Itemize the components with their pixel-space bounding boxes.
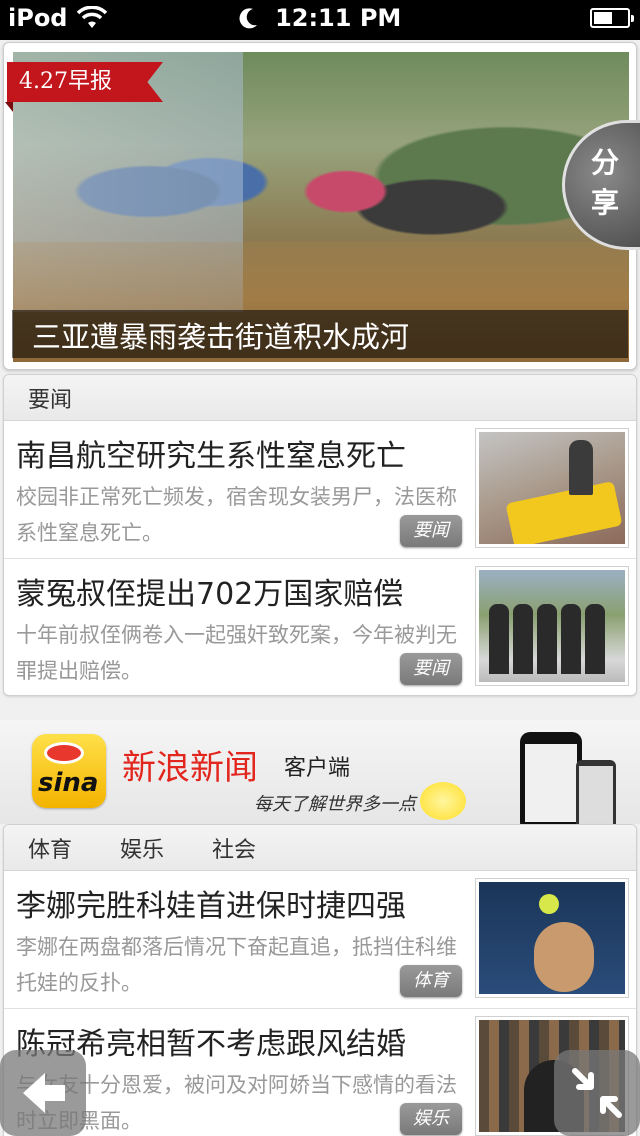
sina-logo-text: sina	[38, 768, 99, 798]
collapse-button[interactable]	[554, 1050, 640, 1136]
status-bar: iPod 12:11 PM	[0, 0, 640, 40]
list-item[interactable]: 南昌航空研究生系性窒息死亡 校园非正常死亡频发，宿舍现女装男尸，法医称系性窒息死…	[4, 421, 636, 559]
section-header: 要闻	[4, 375, 636, 421]
category-tag[interactable]: 娱乐	[400, 1103, 462, 1135]
phone-illustration-2	[576, 760, 616, 824]
phone-illustration	[520, 732, 582, 824]
news-summary: 校园非正常死亡频发，宿舍现女装男尸，法医称系性窒息死亡。	[16, 485, 457, 545]
news-title[interactable]: 陈冠希亮相暂不考虑跟风结婚	[16, 1019, 466, 1063]
tab-headlines[interactable]: 要闻	[4, 382, 96, 414]
news-title[interactable]: 蒙冤叔侄提出702万国家赔偿	[16, 569, 466, 613]
tab-society[interactable]: 社会	[188, 832, 280, 864]
sina-app-banner[interactable]: sina 新浪新闻 客户端 每天了解世界多一点	[0, 720, 640, 824]
category-tag[interactable]: 要闻	[400, 515, 462, 547]
category-tag[interactable]: 要闻	[400, 653, 462, 685]
clock: 12:11 PM	[275, 4, 402, 32]
news-thumbnail[interactable]	[476, 879, 628, 997]
highlight-dot	[420, 782, 466, 820]
status-time: 12:11 PM	[0, 4, 640, 32]
news-summary: 十年前叔侄俩卷入一起强奸致死案，今年被判无罪提出赔偿。	[16, 623, 457, 683]
tab-sports[interactable]: 体育	[4, 832, 96, 864]
date-badge: 4.27早报	[7, 62, 163, 102]
category-tag[interactable]: 体育	[400, 965, 462, 997]
tab-entertainment[interactable]: 娱乐	[96, 832, 188, 864]
news-title[interactable]: 南昌航空研究生系性窒息死亡	[16, 431, 466, 475]
list-item[interactable]: 陈冠希亮相暂不考虑跟风结婚 与女友十分恩爱，被问及对阿娇当下感情的看法时立即黑面…	[4, 1009, 636, 1136]
list-item[interactable]: 李娜完胜科娃首进保时捷四强 李娜在两盘都落后情况下奋起直追，抵挡住科维托娃的反扑…	[4, 871, 636, 1009]
list-item[interactable]: 蒙冤叔侄提出702万国家赔偿 十年前叔侄俩卷入一起强奸致死案，今年被判无罪提出赔…	[4, 559, 636, 695]
news-title[interactable]: 李娜完胜科娃首进保时捷四强	[16, 881, 466, 925]
share-label: 分享	[591, 146, 620, 219]
collapse-arrows-icon	[572, 1068, 622, 1118]
section-header: 体育 娱乐 社会	[4, 825, 636, 871]
banner-slogan: 每天了解世界多一点	[254, 794, 416, 815]
arrow-left-icon	[23, 1073, 65, 1113]
back-button[interactable]	[0, 1050, 86, 1136]
category-section: 体育 娱乐 社会 李娜完胜科娃首进保时捷四强 李娜在两盘都落后情况下奋起直追，抵…	[3, 824, 637, 1136]
battery-icon	[590, 8, 634, 28]
news-summary: 李娜在两盘都落后情况下奋起直追，抵挡住科维托娃的反扑。	[16, 935, 457, 995]
news-thumbnail[interactable]	[476, 429, 628, 547]
news-thumbnail[interactable]	[476, 567, 628, 685]
hero-caption[interactable]: 三亚遭暴雨袭击街道积水成河	[32, 314, 409, 356]
banner-subtitle: 客户端	[284, 756, 351, 781]
date-badge-fold	[5, 102, 13, 112]
banner-title: 新浪新闻	[122, 748, 258, 788]
moon-icon	[239, 8, 257, 29]
battery-fill	[594, 12, 612, 24]
sina-logo: sina	[32, 734, 106, 808]
headline-section: 要闻 南昌航空研究生系性窒息死亡 校园非正常死亡频发，宿舍现女装男尸，法医称系性…	[3, 374, 637, 696]
